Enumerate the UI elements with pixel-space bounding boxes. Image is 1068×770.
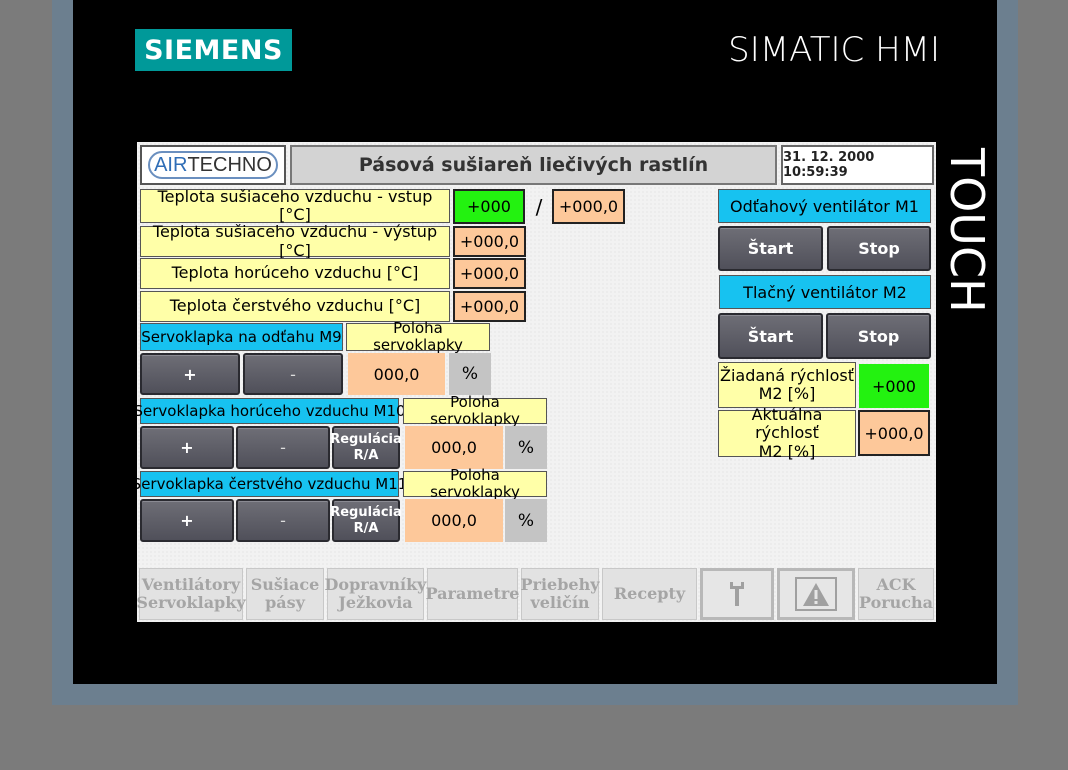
- servo-m11-label: Servoklapka čerstvého vzduchu M11: [132, 471, 407, 497]
- regulation-mode: R/A: [353, 447, 379, 463]
- servo-m10-plus-button[interactable]: +: [140, 426, 234, 469]
- fkey-label-line1: Dopravníky: [324, 574, 427, 594]
- servo-m11-position-value: 000,0: [405, 499, 503, 542]
- regulation-mode: R/A: [353, 520, 379, 536]
- setpoint-label-line2: M2 [%]: [758, 384, 816, 403]
- fan-m2-actual-value: +000,0: [858, 410, 930, 456]
- actual-label-line2: M2 [%]: [758, 441, 816, 461]
- actual-label-line1: Aktuálna rýchlosť: [751, 404, 823, 443]
- servo-m11-unit: %: [505, 499, 547, 542]
- fkey-parameters[interactable]: Parametre: [425, 568, 520, 620]
- servo-m9-unit: %: [449, 353, 491, 395]
- servo-m10-position-value: 000,0: [405, 426, 503, 469]
- servo-m9-position-value: 000,0: [348, 353, 445, 395]
- regulation-label: Regulácia: [330, 431, 402, 447]
- servo-m9-minus-button[interactable]: -: [243, 353, 343, 395]
- fkey-trends[interactable]: Priebehy veličín: [520, 568, 600, 620]
- separator-slash: /: [535, 194, 543, 219]
- fan-m2-stop-button[interactable]: Stop: [826, 313, 931, 359]
- servo-m11-plus-button[interactable]: +: [140, 499, 234, 542]
- fkey-label-line2: pásy: [265, 593, 305, 612]
- fkey-label-line1: Sušiace: [250, 574, 320, 594]
- servo-m10-label: Servoklapka horúceho vzduchu M10: [133, 398, 406, 424]
- simatic-hmi-label: SIMATIC HMI: [728, 30, 940, 70]
- hot-air-temp-label: Teplota horúceho vzduchu [°C]: [140, 258, 450, 289]
- servo-m10-regulation-button[interactable]: Regulácia R/A: [330, 426, 402, 469]
- servo-m9-position-label: Poloha servoklapky: [346, 319, 490, 354]
- airtechno-logo-text: AIR TECHNO: [148, 151, 278, 179]
- fan-m2-setpoint-value[interactable]: +000: [859, 364, 929, 408]
- fkey-recipes[interactable]: Recepty: [602, 568, 697, 620]
- servo-m10-position-label: Poloha servoklapky: [403, 393, 547, 428]
- fan-m2-start-button[interactable]: Štart: [718, 313, 823, 359]
- fkey-label-line2: veličín: [530, 593, 590, 612]
- fkey-label-line1: ACK: [876, 574, 916, 594]
- airtechno-logo: AIR TECHNO: [140, 145, 286, 185]
- fan-m1-start-button[interactable]: Štart: [718, 226, 823, 271]
- inlet-temp-actual: +000,0: [552, 189, 625, 224]
- servo-m11-minus-button[interactable]: -: [236, 499, 330, 542]
- fkey-service[interactable]: [700, 568, 774, 620]
- fkey-conveyors[interactable]: Dopravníky Ježkovia: [324, 568, 427, 620]
- fkey-label-line1: Priebehy: [520, 574, 600, 594]
- touch-label: TOUCH: [940, 148, 994, 313]
- fan-m2-setpoint-label: Žiadaná rýchlosť M2 [%]: [718, 362, 856, 408]
- inlet-temp-label: Teplota sušiaceho vzduchu - vstup [°C]: [140, 187, 450, 224]
- fkey-label-line1: Recepty: [613, 583, 686, 603]
- siemens-logo: SIEMENS: [135, 29, 292, 71]
- servo-m10-unit: %: [505, 426, 547, 469]
- page-title: Pásová sušiareň liečivých rastlín: [290, 145, 777, 185]
- fresh-air-temp-label: Teplota čerstvého vzduchu [°C]: [140, 291, 450, 322]
- outlet-temp-label: Teplota sušiaceho vzduchu - výstup [°C]: [140, 222, 450, 259]
- fkey-label-line2: Porucha: [858, 593, 934, 612]
- fkey-ventilators[interactable]: Ventilátory Servoklapky: [136, 568, 246, 620]
- servo-m9-plus-button[interactable]: +: [140, 353, 240, 395]
- fresh-air-temp-value: +000,0: [453, 291, 526, 322]
- servo-m9-label: Servoklapka na odťahu M9: [140, 323, 343, 351]
- servo-m11-regulation-button[interactable]: Regulácia R/A: [330, 499, 402, 542]
- servo-m11-position-label: Poloha servoklapky: [403, 466, 547, 501]
- setpoint-label-line1: Žiadaná rýchlosť: [719, 365, 855, 385]
- fan-m1-label: Odťahový ventilátor M1: [718, 189, 931, 223]
- hmi-screen: AIR TECHNO Pásová sušiareň liečivých rast…: [132, 142, 936, 622]
- inlet-temp-setpoint[interactable]: +000: [453, 189, 525, 224]
- hot-air-temp-value: +000,0: [453, 258, 526, 289]
- regulation-label: Regulácia: [330, 504, 402, 520]
- fkey-drying-belts[interactable]: Sušiace pásy: [246, 568, 324, 620]
- fan-m2-actual-label: Aktuálna rýchlosť M2 [%]: [718, 405, 856, 461]
- fkey-alarms[interactable]: [777, 568, 855, 620]
- fkey-ack-fault[interactable]: ACK Porucha: [858, 568, 934, 620]
- warning-icon: [795, 577, 837, 611]
- fan-m1-stop-button[interactable]: Stop: [827, 226, 931, 271]
- date-time-display: 31. 12. 2000 10:59:39: [781, 145, 934, 185]
- outlet-temp-value: +000,0: [453, 226, 526, 257]
- fkey-label-line2: Ježkovia: [338, 593, 413, 612]
- fan-m2-label: Tlačný ventilátor M2: [719, 275, 931, 309]
- fkey-label-line1: Ventilátory: [141, 574, 241, 594]
- fkey-label-line1: Parametre: [425, 583, 520, 603]
- fkey-label-line2: Servoklapky: [136, 593, 246, 612]
- wrench-icon: [730, 582, 744, 606]
- servo-m10-minus-button[interactable]: -: [236, 426, 330, 469]
